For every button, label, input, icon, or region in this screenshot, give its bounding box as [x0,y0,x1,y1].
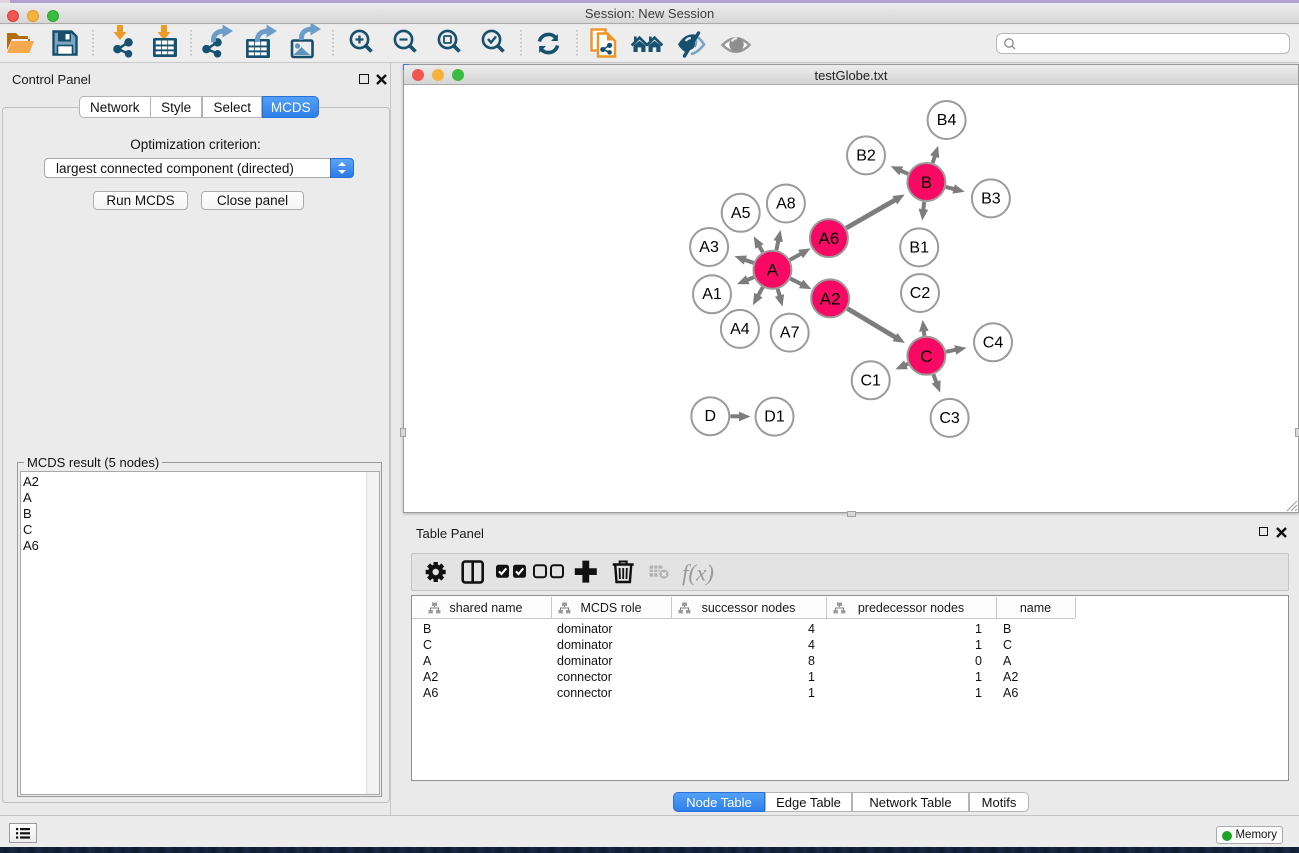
svg-text:C: C [920,347,932,366]
svg-text:A3: A3 [699,239,719,256]
svg-text:f(x): f(x) [682,561,714,586]
svg-text:D1: D1 [764,409,785,426]
svg-text:D: D [705,408,717,425]
svg-text:A: A [767,261,779,280]
svg-text:A8: A8 [776,196,796,213]
svg-text:A2: A2 [820,289,841,308]
svg-text:B1: B1 [909,239,929,256]
svg-text:A7: A7 [780,325,800,342]
svg-text:A6: A6 [819,229,840,248]
svg-text:B: B [921,173,932,192]
svg-text:C4: C4 [983,334,1004,351]
svg-text:B3: B3 [981,190,1001,207]
svg-text:A1: A1 [702,286,722,303]
svg-text:B4: B4 [937,112,957,129]
svg-text:A5: A5 [731,205,751,222]
svg-text:C1: C1 [860,372,881,389]
svg-text:A4: A4 [730,321,750,338]
svg-text:C2: C2 [910,285,931,302]
svg-text:B2: B2 [856,147,876,164]
svg-text:C3: C3 [939,410,960,427]
